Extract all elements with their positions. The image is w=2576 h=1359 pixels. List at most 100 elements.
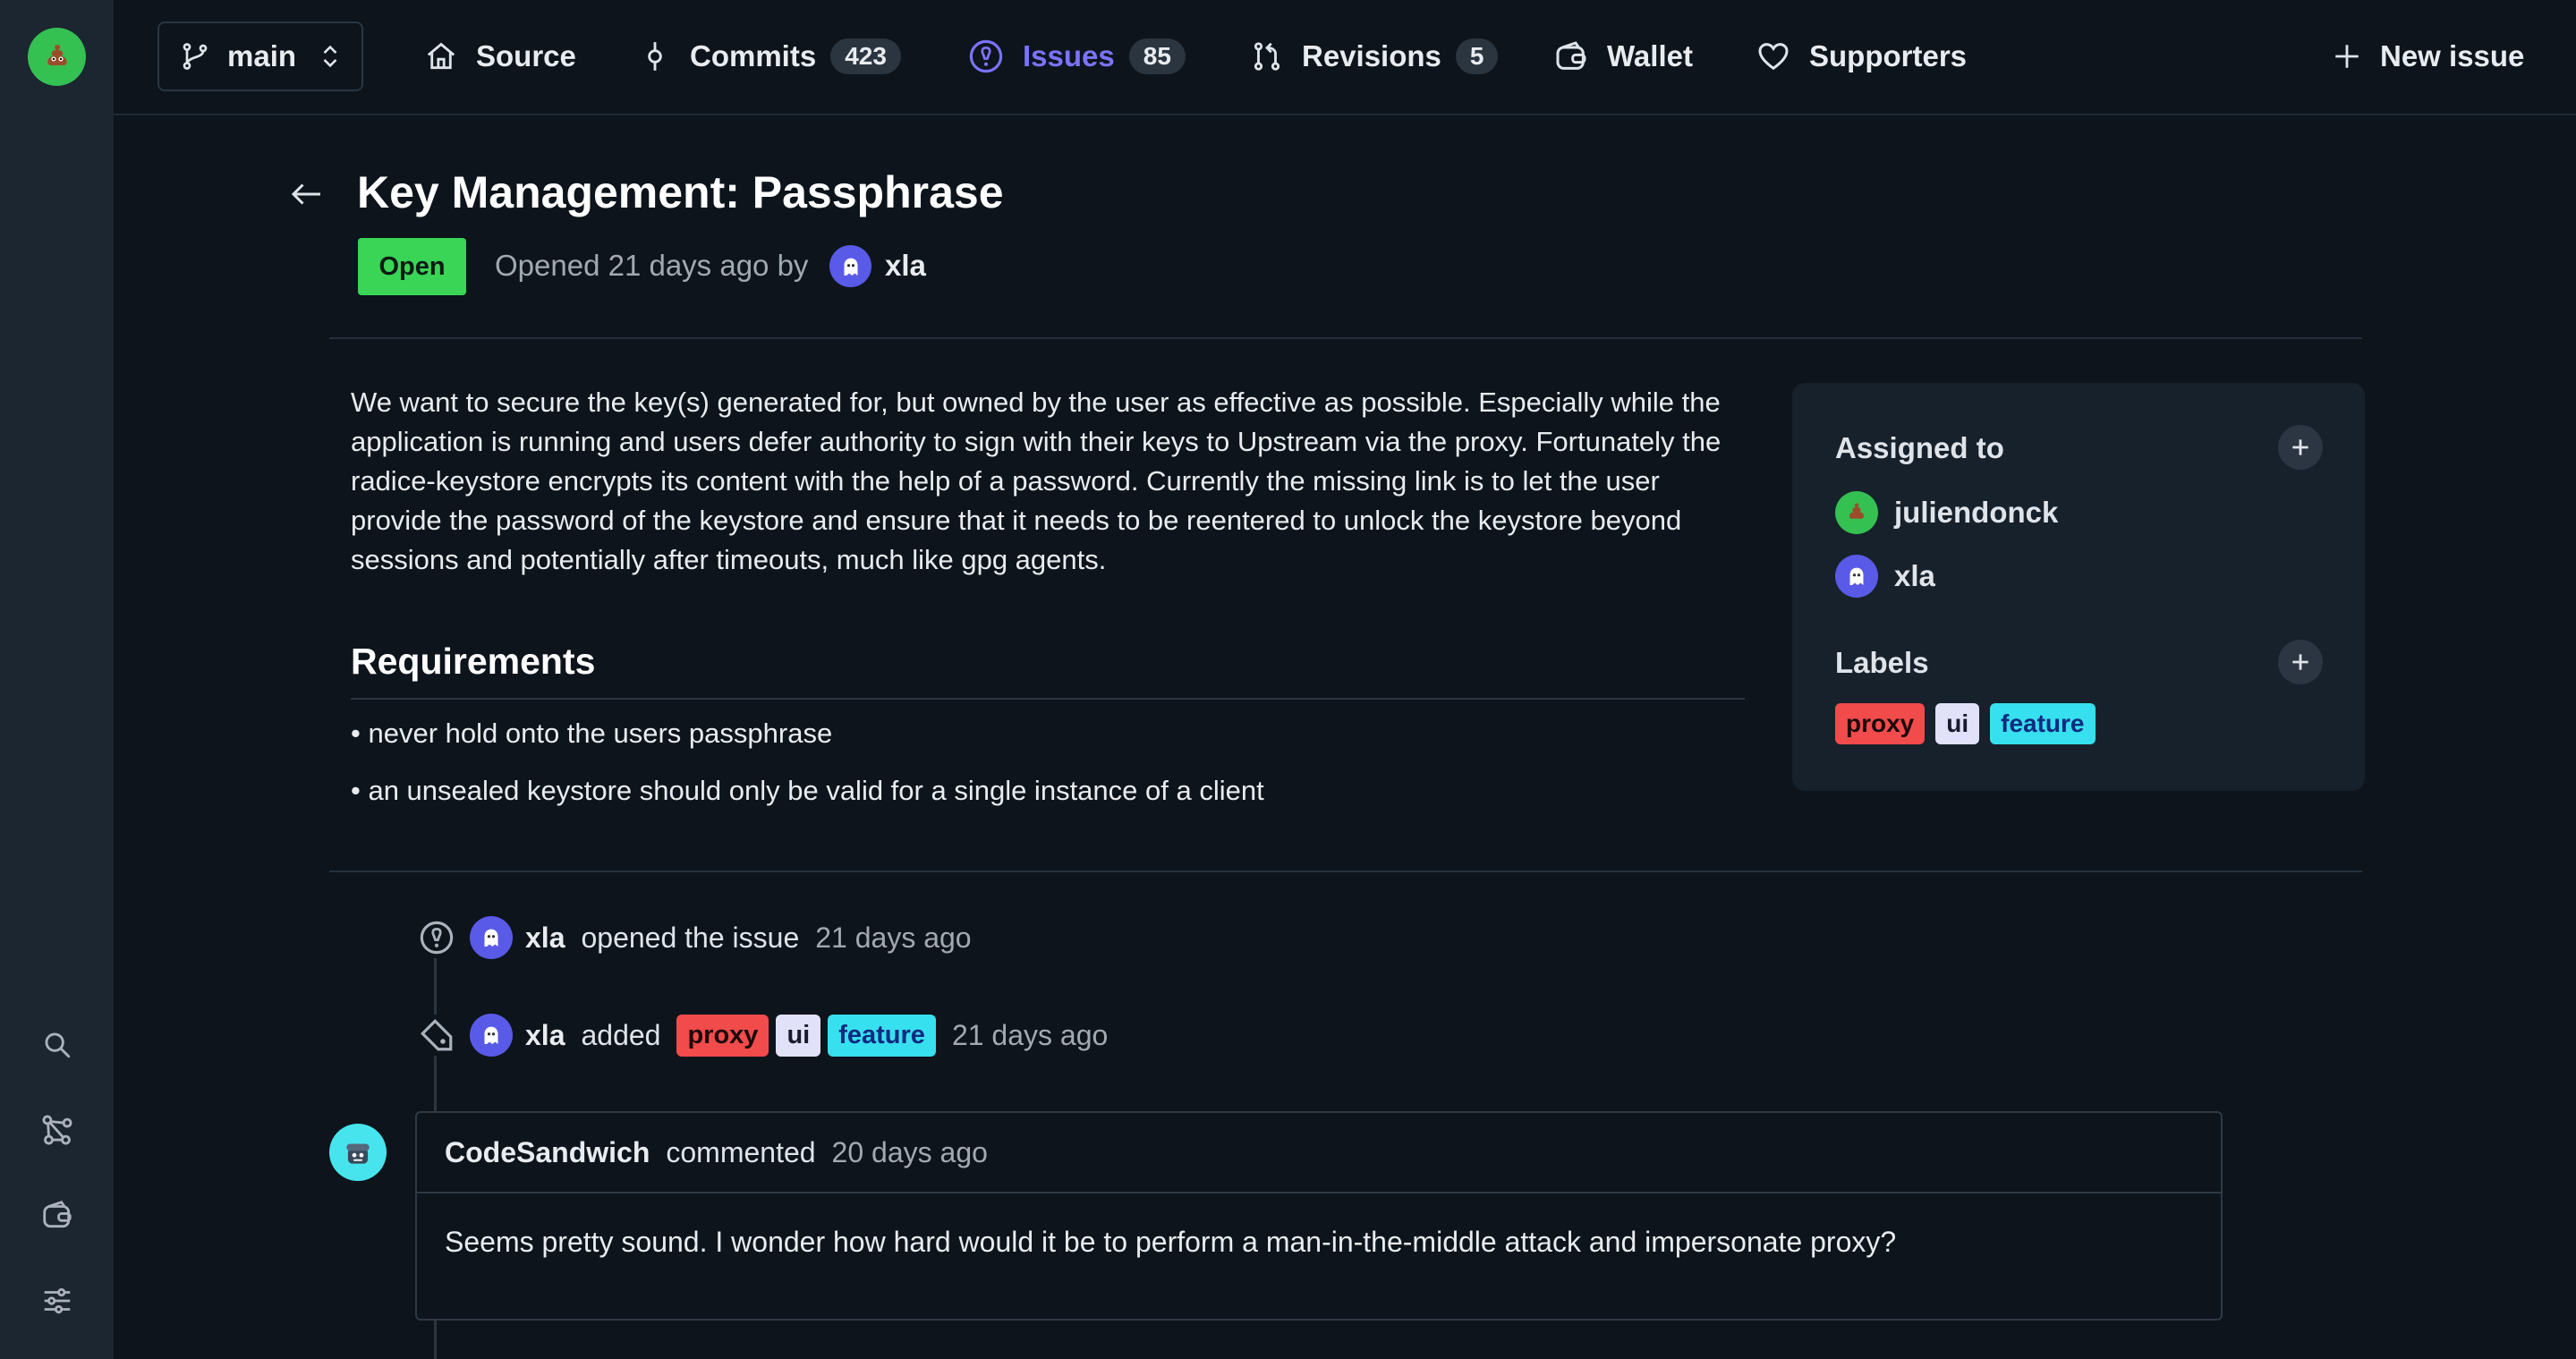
body-divider — [329, 871, 2362, 872]
assigned-heading: Assigned to — [1835, 431, 2004, 464]
heart-icon — [1758, 43, 1789, 71]
tab-issues-label: Issues — [1023, 39, 1115, 72]
add-assignee-button[interactable] — [2278, 425, 2323, 470]
tab-commits[interactable]: Commits 423 — [638, 21, 901, 91]
new-issue-button[interactable]: New issue — [2332, 21, 2524, 91]
home-icon — [427, 42, 455, 70]
commenter-avatar[interactable] — [329, 1124, 387, 1181]
timeline-time: 21 days ago — [951, 1018, 1109, 1051]
poop-avatar-icon — [1849, 503, 1865, 519]
ghost-avatar-icon — [1849, 567, 1864, 585]
new-issue-label: New issue — [2380, 39, 2525, 72]
commits-count-badge: 423 — [830, 38, 901, 74]
settings-button[interactable] — [34, 1278, 81, 1324]
label-ui[interactable]: ui — [776, 1014, 821, 1057]
sandwich-avatar-icon — [346, 1143, 370, 1164]
author-name[interactable]: xla — [885, 249, 926, 283]
tab-issues[interactable]: Issues 85 — [967, 21, 1186, 91]
avatar — [1835, 555, 1878, 598]
add-label-button[interactable] — [2278, 640, 2323, 684]
requirements-heading: Requirements — [351, 641, 596, 682]
back-button[interactable] — [288, 175, 326, 213]
user-avatar[interactable] — [28, 28, 86, 86]
requirements-divider — [351, 698, 1745, 700]
status-badge: Open — [358, 238, 466, 295]
issue-description: We want to secure the key(s) generated f… — [351, 386, 1722, 575]
wallet-icon — [43, 1201, 72, 1228]
plus-icon — [2335, 45, 2359, 68]
timeline-event-labeled: xla added proxy ui feature 21 days ago — [416, 1008, 1108, 1062]
arrow-left-icon — [291, 183, 320, 205]
assignee-name: xla — [1894, 559, 1935, 592]
branch-selector[interactable]: main — [157, 21, 363, 91]
network-icon — [42, 1115, 72, 1145]
tab-source-label: Source — [476, 39, 576, 72]
tab-revisions-label: Revisions — [1302, 39, 1441, 72]
network-button[interactable] — [34, 1107, 81, 1153]
tab-supporters[interactable]: Supporters — [1756, 21, 1967, 91]
comment-time: 20 days ago — [831, 1135, 988, 1168]
top-navigation: main Source Commits 423 Issues 85 Revisi… — [114, 0, 2576, 115]
branch-icon — [183, 43, 208, 70]
issue-icon — [416, 917, 457, 958]
label-feature[interactable]: feature — [828, 1014, 936, 1057]
avatar[interactable] — [470, 1014, 513, 1057]
tab-wallet-label: Wallet — [1607, 39, 1693, 72]
comment-author[interactable]: CodeSandwich — [445, 1136, 650, 1169]
issue-icon — [969, 39, 1003, 73]
issue-sidebar: Assigned to juliendonck xla Labels proxy… — [1792, 383, 2365, 791]
timeline-user[interactable]: xla — [525, 1019, 565, 1052]
search-icon — [45, 1032, 71, 1058]
timeline-event-opened: xla opened the issue 21 days ago — [416, 911, 972, 964]
branch-name: main — [227, 39, 297, 72]
timeline-line-bottom — [434, 1321, 437, 1359]
left-rail — [0, 0, 114, 1359]
timeline-action: added — [581, 1018, 661, 1051]
wallet-button[interactable] — [34, 1192, 81, 1238]
tab-revisions[interactable]: Revisions 5 — [1250, 21, 1499, 91]
requirement-item: • never hold onto the users passphrase — [351, 718, 833, 749]
plus-icon — [2292, 439, 2308, 455]
poop-avatar-icon — [47, 44, 67, 65]
ghost-avatar-icon — [484, 1026, 498, 1044]
label-tag-icon — [416, 1015, 457, 1056]
comment-verb: commented — [666, 1135, 816, 1168]
ghost-avatar-icon — [844, 258, 857, 276]
tab-source[interactable]: Source — [424, 21, 576, 91]
comment-card: CodeSandwich commented 20 days ago Seems… — [415, 1111, 2223, 1321]
label-feature[interactable]: feature — [1990, 703, 2096, 744]
requirement-item: • an unsealed keystore should only be va… — [351, 775, 1264, 806]
commit-icon — [648, 42, 662, 71]
issues-count-badge: 85 — [1128, 38, 1186, 74]
avatar — [1835, 491, 1878, 534]
assignee-item[interactable]: juliendonck — [1835, 490, 2058, 535]
tab-wallet[interactable]: Wallet — [1553, 21, 1693, 91]
comment-body: Seems pretty sound. I wonder how hard wo… — [445, 1226, 1897, 1258]
timeline-action: opened the issue — [581, 921, 800, 954]
comment-header: CodeSandwich commented 20 days ago — [417, 1113, 2221, 1193]
settings-sliders-icon — [44, 1287, 71, 1314]
tab-supporters-label: Supporters — [1809, 39, 1968, 72]
revisions-count-badge: 5 — [1455, 38, 1499, 74]
plus-icon — [2292, 654, 2308, 670]
revision-icon — [1254, 42, 1280, 71]
label-ui[interactable]: ui — [1935, 703, 1980, 744]
author-avatar[interactable] — [829, 245, 871, 287]
label-proxy[interactable]: proxy — [1835, 703, 1926, 744]
timeline-time: 21 days ago — [815, 921, 972, 954]
timeline-labels: proxy ui feature — [676, 1014, 942, 1057]
ghost-avatar-icon — [484, 929, 498, 947]
chevron-updown-icon — [323, 45, 337, 68]
issue-title: Key Management: Passphrase — [357, 167, 1004, 217]
avatar[interactable] — [470, 916, 513, 959]
header-divider — [329, 337, 2362, 339]
labels-heading: Labels — [1835, 646, 1929, 679]
label-proxy[interactable]: proxy — [676, 1014, 769, 1057]
assignee-name: juliendonck — [1894, 496, 2059, 529]
tab-commits-label: Commits — [690, 39, 817, 72]
wallet-icon — [1556, 41, 1586, 70]
opened-text: Opened 21 days ago by — [495, 249, 809, 282]
assignee-item[interactable]: xla — [1835, 554, 1935, 599]
search-button[interactable] — [34, 1022, 81, 1068]
timeline-user[interactable]: xla — [525, 922, 565, 955]
